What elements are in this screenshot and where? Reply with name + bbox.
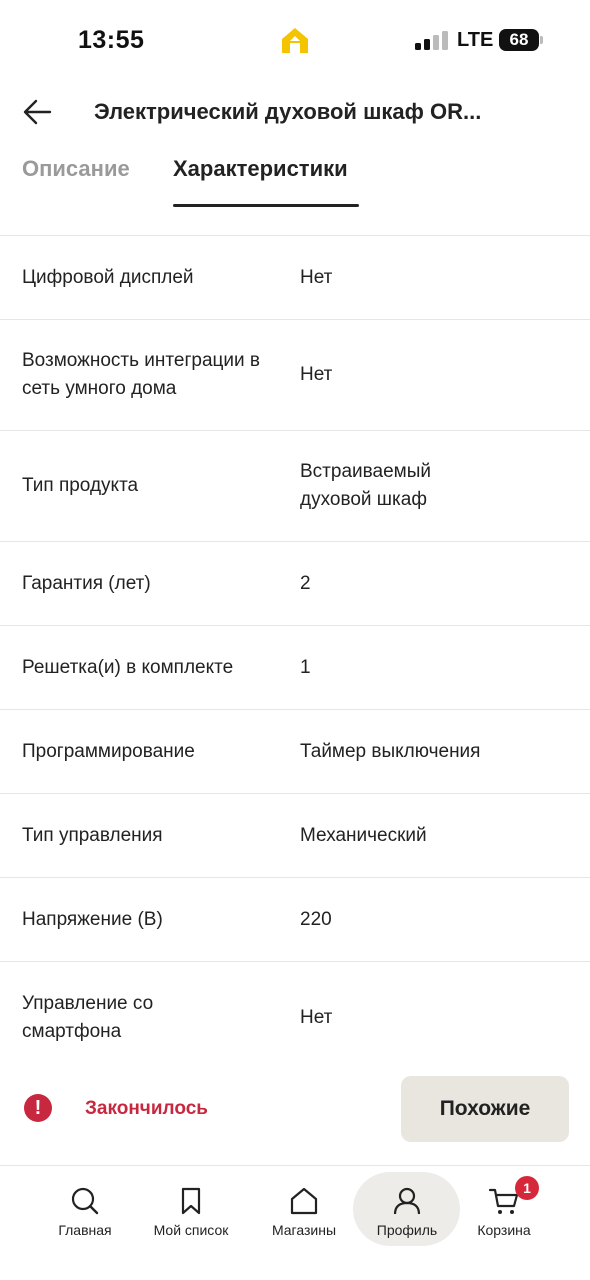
network-type: LTE [457,29,494,51]
spec-value: Таймер выключения [300,740,481,762]
spec-value: Нет [300,266,333,288]
nav-label: Профиль [376,1222,438,1238]
nav-label: Главная [58,1222,112,1238]
nav-label: Магазины [271,1222,337,1238]
nav-item-home[interactable]: Главная [30,1174,140,1246]
house-icon [290,1187,318,1215]
bottom-navigation: Главная Мой список Магазины Профиль Корз… [0,1165,590,1280]
similar-products-button[interactable]: Похожие [401,1076,569,1142]
product-action-bar: ! Закончилось Похожие [0,1066,590,1152]
page-title: Электрический духовой шкаф OR... [94,99,482,124]
person-icon [393,1187,421,1215]
active-tab-indicator [173,204,359,207]
spec-name: Решетка(и) в комплекте [22,656,234,678]
battery-tip [540,36,543,44]
spec-row: Возможность интеграции в сеть умного дом… [0,320,590,431]
spec-value: 2 [300,572,311,594]
nav-item-my-list[interactable]: Мой список [136,1174,246,1246]
spec-name: Цифровой дисплей [22,266,194,288]
spec-name: Напряжение (В) [22,908,163,930]
spec-value: Нет [300,1006,333,1028]
page-header: Электрический духовой шкаф OR... [0,86,590,138]
spec-row: Решетка(и) в комплекте 1 [0,626,590,710]
status-time: 13:55 [78,26,145,54]
nav-item-cart[interactable]: Корзина [449,1174,559,1246]
tab-description[interactable]: Описание [22,156,130,182]
spec-name: Тип управления [22,824,163,846]
battery-indicator: 68 [499,29,539,51]
spec-value: 1 [300,656,311,678]
spec-row: Тип продукта Встраиваемый духовой шкаф [0,431,590,542]
spec-row: Гарантия (лет) 2 [0,542,590,626]
spec-name: Управление со смартфона [22,992,154,1042]
spec-value: Встраиваемый духовой шкаф [300,461,431,510]
tab-bar: Описание Характеристики [0,150,590,210]
spec-name: Программирование [22,740,195,762]
spec-value: Механический [300,824,427,846]
exclamation-icon: ! [24,1094,52,1122]
spec-name: Возможность интеграции в сеть умного дом… [22,350,261,399]
signal-strength-icon [415,30,449,50]
spec-value: Нет [300,364,333,385]
tab-specifications[interactable]: Характеристики [173,156,348,182]
search-icon [71,1187,99,1215]
spec-value: 220 [300,908,332,930]
bookmark-icon [181,1187,201,1215]
spec-row: Тип управления Механический [0,794,590,878]
spec-row: Программирование Таймер выключения [0,710,590,794]
spec-row: Управление со смартфона Нет [0,962,590,1073]
nav-item-profile[interactable]: Профиль [352,1174,462,1246]
arrow-left-icon [23,99,52,125]
specifications-list: Цифровой дисплей Нет Возможность интегра… [0,235,590,1073]
spec-name: Тип продукта [22,475,139,496]
spec-row: Цифровой дисплей Нет [0,236,590,320]
app-logo-icon [282,28,308,53]
nav-label: Мой список [153,1222,229,1238]
spec-row: Напряжение (В) 220 [0,878,590,962]
status-bar: 13:55 LTE 68 [0,0,590,80]
spec-name: Гарантия (лет) [22,572,151,594]
nav-item-stores[interactable]: Магазины [249,1174,359,1246]
cart-count-badge: 1 [515,1176,539,1200]
stock-status: Закончилось [85,1098,208,1119]
back-button[interactable] [20,94,56,130]
nav-label: Корзина [477,1222,531,1238]
